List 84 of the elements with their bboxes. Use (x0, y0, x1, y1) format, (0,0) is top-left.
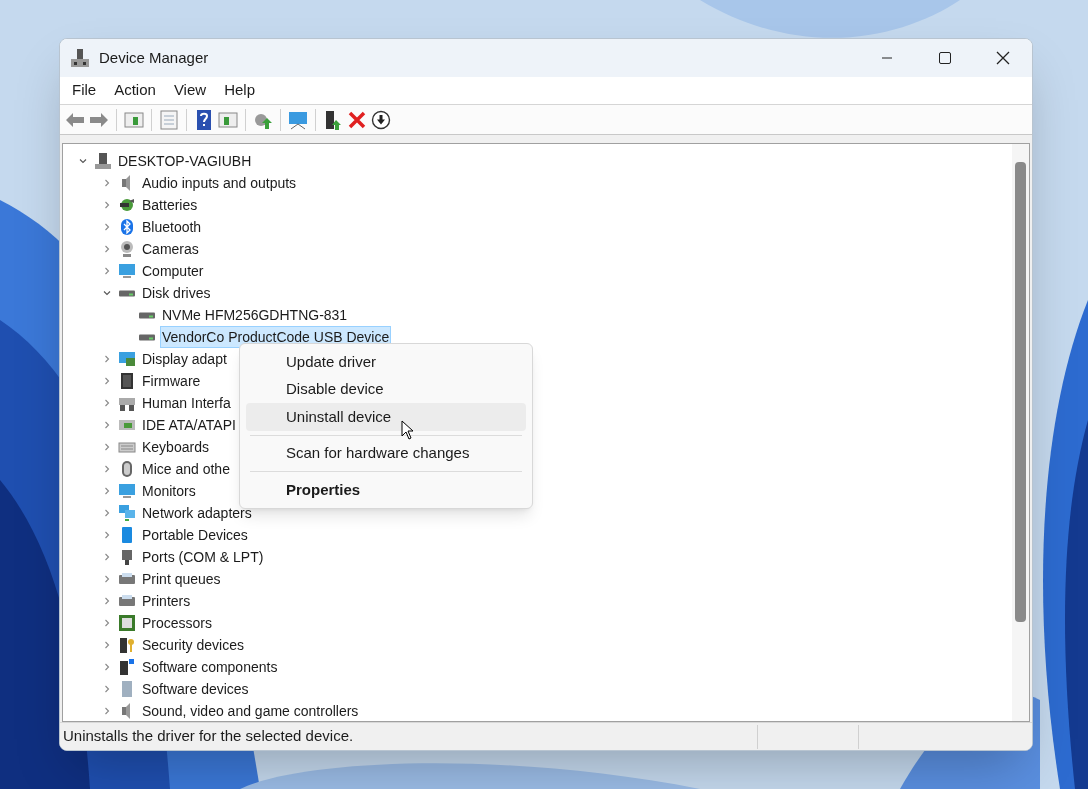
tree-item[interactable]: Display adapt (140, 348, 229, 370)
menu-item[interactable]: Help (215, 79, 264, 102)
tree-item[interactable]: Cameras (140, 238, 201, 260)
collapse-chevron-icon[interactable] (103, 289, 111, 297)
scrollbar[interactable] (1012, 144, 1029, 721)
tree-item[interactable]: Ports (COM & LPT) (140, 546, 266, 568)
expand-chevron-icon[interactable] (103, 421, 111, 429)
properties-icon[interactable] (158, 108, 180, 131)
display-card-icon (118, 350, 136, 368)
drive-icon (118, 289, 136, 297)
expand-chevron-icon[interactable] (103, 619, 111, 627)
tree-item[interactable]: Portable Devices (140, 524, 250, 546)
expand-chevron-icon[interactable] (103, 575, 111, 583)
app-icon (70, 48, 90, 68)
tree-item[interactable]: Network adapters (140, 502, 254, 524)
expand-chevron-icon[interactable] (103, 641, 111, 649)
tree-item[interactable]: IDE ATA/ATAPI (140, 414, 238, 436)
expand-chevron-icon[interactable] (103, 399, 111, 407)
expand-chevron-icon[interactable] (103, 553, 111, 561)
tree-item[interactable]: Printers (140, 590, 193, 612)
expand-chevron-icon[interactable] (103, 201, 111, 209)
tree-item[interactable]: Sound, video and game controllers (140, 700, 361, 721)
expand-chevron-icon[interactable] (103, 597, 111, 605)
expand-chevron-icon[interactable] (103, 179, 111, 187)
tree-item[interactable]: Batteries (140, 194, 200, 216)
maximize-icon (938, 51, 952, 65)
menu-item[interactable]: Scan for hardware changes (246, 439, 526, 467)
expand-chevron-icon[interactable] (103, 223, 111, 231)
component-icon (118, 658, 136, 676)
expand-chevron-icon[interactable] (103, 509, 111, 517)
expand-chevron-icon[interactable] (103, 707, 111, 715)
menu-item[interactable]: Uninstall device (246, 403, 526, 431)
expand-chevron-icon[interactable] (103, 443, 111, 451)
mouse-cursor-icon (401, 420, 414, 440)
bluetooth-icon (118, 218, 136, 236)
tree-item[interactable]: Bluetooth (140, 216, 204, 238)
menu-item[interactable]: Action (105, 79, 165, 102)
monitor-icon (118, 262, 136, 280)
tree-item[interactable]: Computer (140, 260, 206, 282)
security-icon (118, 636, 136, 654)
tree-item[interactable]: NVMe HFM256GDHTNG-831 (160, 304, 350, 326)
menu-item[interactable]: Disable device (246, 375, 526, 403)
tree-item[interactable]: Disk drives (140, 282, 213, 304)
download-circle-icon[interactable] (370, 108, 392, 131)
menu-item[interactable]: File (63, 79, 106, 102)
expand-chevron-icon[interactable] (103, 663, 111, 671)
collapse-chevron-icon[interactable] (79, 157, 87, 165)
tree-item[interactable]: Mice and othe (140, 458, 232, 480)
status-text: Uninstalls the driver for the selected device. (62, 726, 355, 747)
tree-item[interactable]: Keyboards (140, 436, 211, 458)
webcam-icon (118, 240, 136, 258)
expand-chevron-icon[interactable] (103, 531, 111, 539)
window-title: Device Manager (99, 47, 209, 68)
tree-item[interactable]: Firmware (140, 370, 203, 392)
computer-icon (94, 152, 112, 170)
tree-item[interactable]: Software components (140, 656, 280, 678)
chip-icon (118, 372, 136, 390)
tree-item[interactable]: Software devices (140, 678, 251, 700)
expand-chevron-icon[interactable] (103, 377, 111, 385)
tree-item[interactable]: DESKTOP-VAGIUBH (116, 150, 254, 172)
processor-icon (118, 614, 136, 632)
tree-item[interactable]: Security devices (140, 634, 246, 656)
menu-item[interactable]: View (164, 79, 216, 102)
tree-item[interactable]: Print queues (140, 568, 223, 590)
battery-icon (118, 196, 136, 214)
monitor-icon (118, 482, 136, 500)
minimize-icon (882, 57, 892, 59)
tree-item[interactable]: Human Interfa (140, 392, 233, 414)
expand-chevron-icon[interactable] (103, 355, 111, 363)
menu-item[interactable]: Properties (246, 476, 526, 504)
tree-item[interactable]: Audio inputs and outputs (140, 172, 299, 194)
close-icon (996, 51, 1010, 65)
drive-icon (138, 311, 156, 319)
network-icon (118, 504, 136, 522)
expand-chevron-icon[interactable] (103, 245, 111, 253)
drive-icon (138, 333, 156, 341)
scrollbar-thumb[interactable] (1015, 162, 1026, 622)
tree-item[interactable]: Processors (140, 612, 215, 634)
tree-item[interactable]: Monitors (140, 480, 198, 502)
expand-chevron-icon[interactable] (103, 487, 111, 495)
menu-item[interactable]: Update driver (246, 348, 526, 376)
expand-chevron-icon[interactable] (103, 267, 111, 275)
expand-chevron-icon[interactable] (103, 465, 111, 473)
expand-chevron-icon[interactable] (103, 685, 111, 693)
